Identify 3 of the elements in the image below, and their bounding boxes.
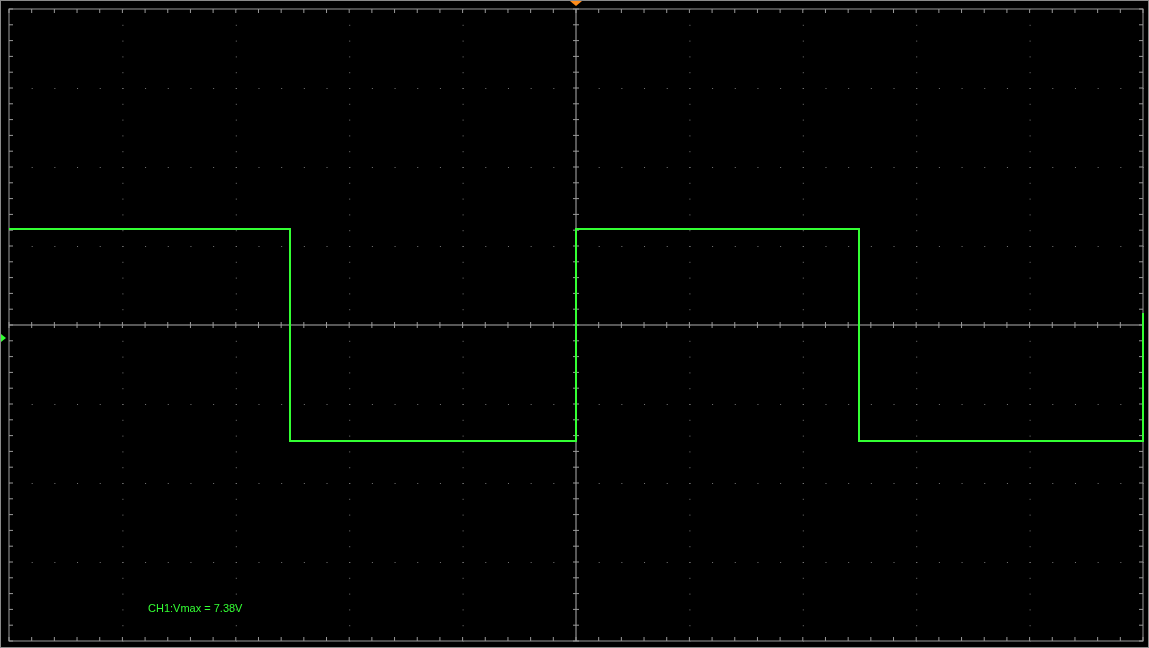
channel-marker-icon: [1, 334, 6, 342]
measurement-readout: CH1:Vmax = 7.38V: [148, 601, 243, 616]
trigger-marker-icon: [570, 1, 582, 6]
